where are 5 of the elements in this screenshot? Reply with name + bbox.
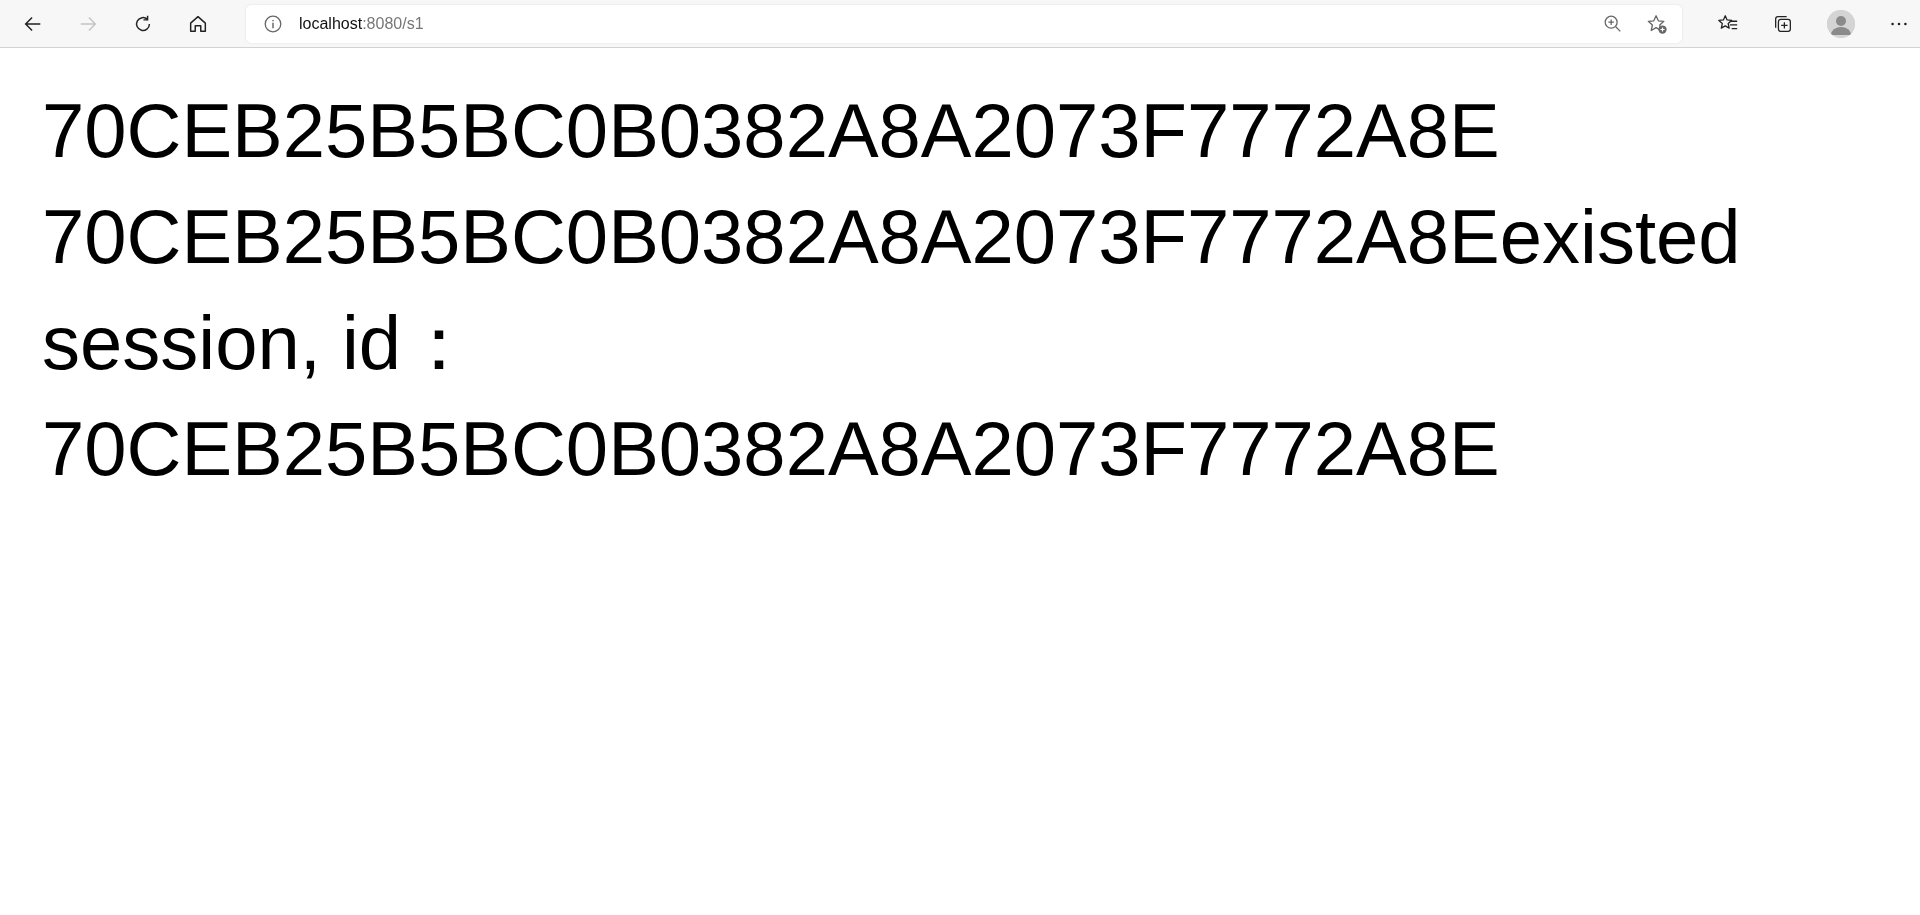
page-text: 70CEB25B5BC0B0382A8A2073F7772A8Eexisted session, id：70CEB25B5BC0B0382A8A2073F7772A8E	[42, 193, 1742, 493]
address-bar[interactable]: localhost:8080/s1	[246, 4, 1682, 43]
url-text[interactable]: localhost:8080/s1	[299, 14, 424, 33]
page-text: 70CEB25B5BC0B0382A8A2073F7772A8E	[42, 87, 1501, 175]
add-favorite-icon[interactable]	[1646, 12, 1668, 35]
